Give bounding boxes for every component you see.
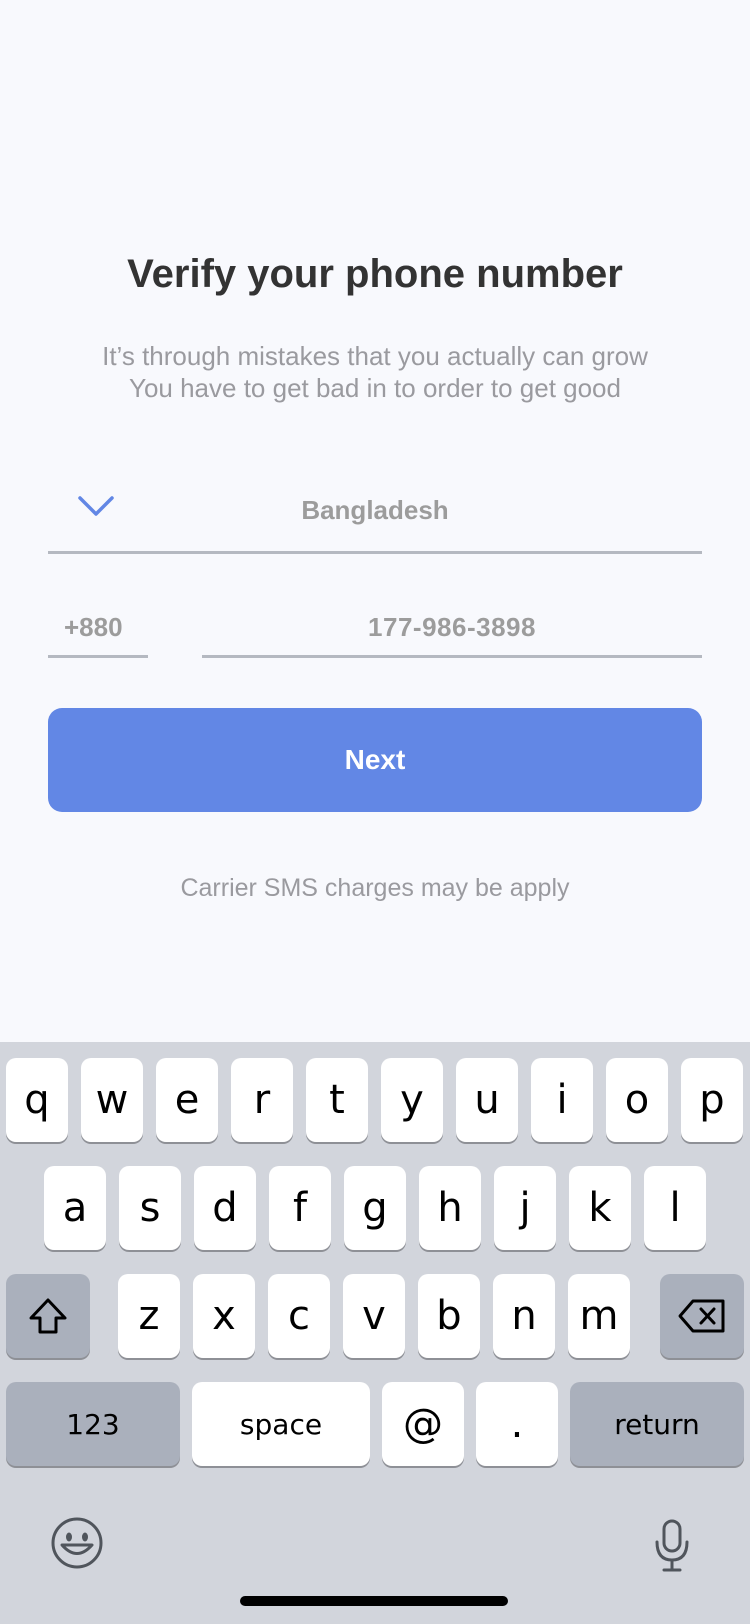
delete-key[interactable] xyxy=(660,1274,744,1358)
space-key[interactable]: space xyxy=(192,1382,370,1466)
on-screen-keyboard: qwertyuiop asdfghjkl zxcvbnm 123 space @… xyxy=(0,1042,750,1624)
phone-number-value: 177-986-3898 xyxy=(368,612,536,642)
key-i[interactable]: i xyxy=(531,1058,593,1142)
backspace-icon xyxy=(678,1299,725,1333)
return-key[interactable]: return xyxy=(570,1382,744,1466)
shift-icon xyxy=(29,1298,67,1334)
key-b[interactable]: b xyxy=(418,1274,480,1358)
country-code-field[interactable]: +880 xyxy=(48,600,148,658)
sms-charges-note: Carrier SMS charges may be apply xyxy=(180,874,570,902)
key-y[interactable]: y xyxy=(381,1058,443,1142)
key-w[interactable]: w xyxy=(81,1058,143,1142)
key-q[interactable]: q xyxy=(6,1058,68,1142)
key-d[interactable]: d xyxy=(194,1166,256,1250)
subtitle-line-2: You have to get bad in to order to get g… xyxy=(129,373,621,403)
shift-key[interactable] xyxy=(6,1274,90,1358)
key-p[interactable]: p xyxy=(681,1058,743,1142)
key-n[interactable]: n xyxy=(493,1274,555,1358)
microphone-icon[interactable] xyxy=(652,1518,692,1574)
key-z[interactable]: z xyxy=(118,1274,180,1358)
period-key[interactable]: . xyxy=(476,1382,558,1466)
key-a[interactable]: a xyxy=(44,1166,106,1250)
key-k[interactable]: k xyxy=(569,1166,631,1250)
phone-number-input[interactable]: 177-986-3898 xyxy=(202,600,702,658)
key-v[interactable]: v xyxy=(343,1274,405,1358)
subtitle-line-1: It’s through mistakes that you actually … xyxy=(102,341,648,371)
key-f[interactable]: f xyxy=(269,1166,331,1250)
country-value: Bangladesh xyxy=(301,495,449,525)
next-button[interactable]: Next xyxy=(48,708,702,812)
key-s[interactable]: s xyxy=(119,1166,181,1250)
key-x[interactable]: x xyxy=(193,1274,255,1358)
country-code-value: +880 xyxy=(64,612,123,642)
key-t[interactable]: t xyxy=(306,1058,368,1142)
country-selector[interactable]: Bangladesh xyxy=(48,480,702,554)
key-u[interactable]: u xyxy=(456,1058,518,1142)
key-l[interactable]: l xyxy=(644,1166,706,1250)
page-title: Verify your phone number xyxy=(127,252,623,296)
page-subtitle: It’s through mistakes that you actually … xyxy=(0,340,750,404)
key-o[interactable]: o xyxy=(606,1058,668,1142)
at-key[interactable]: @ xyxy=(382,1382,464,1466)
key-j[interactable]: j xyxy=(494,1166,556,1250)
key-r[interactable]: r xyxy=(231,1058,293,1142)
numbers-key[interactable]: 123 xyxy=(6,1382,180,1466)
verify-phone-screen: Verify your phone number It’s through mi… xyxy=(0,0,750,1624)
key-m[interactable]: m xyxy=(568,1274,630,1358)
key-c[interactable]: c xyxy=(268,1274,330,1358)
home-indicator[interactable] xyxy=(240,1596,508,1606)
key-h[interactable]: h xyxy=(419,1166,481,1250)
key-e[interactable]: e xyxy=(156,1058,218,1142)
key-g[interactable]: g xyxy=(344,1166,406,1250)
emoji-icon[interactable] xyxy=(50,1516,104,1570)
